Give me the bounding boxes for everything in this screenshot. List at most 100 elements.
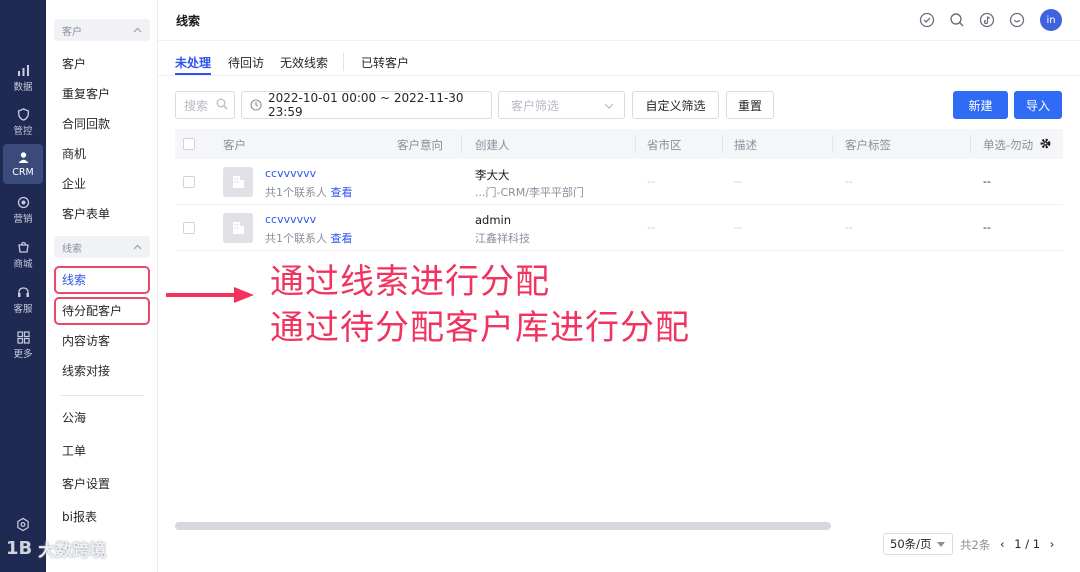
tab-invalid-leads[interactable]: 无效线索 <box>280 54 328 71</box>
rail-label: 数据 <box>13 82 33 93</box>
annotation-arrow <box>166 287 254 303</box>
select-all-checkbox[interactable] <box>183 138 195 150</box>
rail-item-marketing[interactable]: 营销 <box>0 190 46 230</box>
column-separator <box>970 135 971 153</box>
top-header: 线索 in <box>158 0 1080 40</box>
horizontal-scrollbar[interactable] <box>175 522 831 530</box>
group-header-customer[interactable]: 客户 <box>54 19 150 41</box>
annotation-line-1: 通过线索进行分配 <box>270 262 550 302</box>
settings-icon <box>16 517 30 531</box>
highlight-box-pending-customers <box>54 297 150 325</box>
sidebar-item-content-visitors[interactable]: 内容访客 <box>62 331 110 351</box>
column-header-tags: 客户标签 <box>845 138 891 152</box>
cell-tags: -- <box>845 221 853 234</box>
rail-item-control[interactable]: 管控 <box>0 102 46 142</box>
group-header-leads[interactable]: 线索 <box>54 236 150 258</box>
search-icon[interactable] <box>948 11 966 29</box>
message-icon[interactable] <box>1008 11 1026 29</box>
customer-filter-placeholder: 客户筛选 <box>511 98 560 113</box>
sidebar-item-enterprise[interactable]: 企业 <box>62 174 86 194</box>
cell-region: -- <box>647 221 655 234</box>
tab-pending-followup[interactable]: 待回访 <box>228 54 264 71</box>
avatar[interactable]: in <box>1040 9 1062 31</box>
sidebar-item-customer-settings[interactable]: 客户设置 <box>62 474 110 494</box>
user-icon <box>16 151 30 165</box>
chart-icon <box>16 63 30 77</box>
column-separator <box>832 135 833 153</box>
rail-item-service[interactable]: 客服 <box>0 280 46 320</box>
customer-filter-select[interactable]: 客户筛选 <box>498 91 625 119</box>
cell-region: -- <box>647 175 655 188</box>
rail-item-data[interactable]: 数据 <box>0 58 46 98</box>
search-icon <box>216 98 228 113</box>
table-row[interactable]: ccvvvvvv 共1个联系人 查看 admin 江鑫祥科技 -- -- -- … <box>175 205 1063 251</box>
view-link[interactable]: 查看 <box>331 232 353 245</box>
rail-label: 客服 <box>13 304 33 315</box>
creator-name: admin <box>475 213 512 227</box>
sidebar-item-public-pool[interactable]: 公海 <box>62 408 86 428</box>
watermark-logo: 1B <box>6 538 33 559</box>
sidebar-item-bi-report[interactable]: bi报表 <box>62 507 97 527</box>
shield-icon <box>16 107 30 121</box>
total-count: 共2条 <box>960 538 991 552</box>
customer-name-link[interactable]: ccvvvvvv <box>265 213 316 226</box>
next-page-icon[interactable]: › <box>1050 537 1055 551</box>
page-indicator: 1 / 1 <box>1014 537 1041 551</box>
rail-label: 商城 <box>13 259 33 270</box>
rail-label: 营销 <box>13 214 33 225</box>
group-header-label: 线索 <box>62 243 82 255</box>
column-header-region: 省市区 <box>647 138 682 152</box>
customer-name-link[interactable]: ccvvvvvv <box>265 167 316 180</box>
column-header-description: 描述 <box>734 138 757 152</box>
sidebar-item-lead-integration[interactable]: 线索对接 <box>62 361 110 381</box>
rail-item-more[interactable]: 更多 <box>0 325 46 365</box>
sidebar-item-opportunity[interactable]: 商机 <box>62 144 86 164</box>
rail-item-shop[interactable]: 商城 <box>0 235 46 275</box>
date-range-value: 2022-10-01 00:00 ~ 2022-11-30 23:59 <box>268 91 464 119</box>
table-row[interactable]: ccvvvvvv 共1个联系人 查看 李大大 ...门-CRM/李平平部门 --… <box>175 159 1063 205</box>
new-button[interactable]: 新建 <box>953 91 1008 119</box>
view-link[interactable]: 查看 <box>331 186 353 199</box>
tab-unprocessed[interactable]: 未处理 <box>175 54 211 71</box>
gear-icon[interactable] <box>1039 137 1052 153</box>
search-input[interactable]: 搜索 <box>175 91 235 119</box>
sidebar-item-duplicate-customer[interactable]: 重复客户 <box>62 84 110 104</box>
contact-count-text: 共1个联系人 <box>265 232 327 245</box>
page-title: 线索 <box>176 14 201 28</box>
custom-filter-button[interactable]: 自定义筛选 <box>632 91 719 119</box>
prev-page-icon[interactable]: ‹ <box>1000 537 1005 551</box>
column-header-creator: 创建人 <box>475 138 510 152</box>
tiktok-icon[interactable] <box>978 11 996 29</box>
column-separator <box>722 135 723 153</box>
rail-label: 管控 <box>13 126 33 137</box>
check-circle-icon[interactable] <box>918 11 936 29</box>
reset-button[interactable]: 重置 <box>726 91 774 119</box>
row-checkbox[interactable] <box>183 176 195 188</box>
column-header-customer: 客户 <box>223 138 246 152</box>
page-size-select[interactable]: 50条/页 <box>883 533 953 555</box>
date-range-picker[interactable]: 2022-10-01 00:00 ~ 2022-11-30 23:59 <box>241 91 492 119</box>
tab-converted-customers[interactable]: 已转客户 <box>361 54 409 71</box>
grid-icon <box>16 330 30 344</box>
rail-item-crm[interactable]: CRM <box>3 144 43 184</box>
contact-count: 共1个联系人 查看 <box>265 184 353 200</box>
import-button[interactable]: 导入 <box>1014 91 1062 119</box>
column-separator <box>635 135 636 153</box>
contact-count: 共1个联系人 查看 <box>265 230 353 246</box>
cell-description: -- <box>734 175 742 188</box>
page-size-value: 50条/页 <box>890 537 932 551</box>
sidebar-item-customer[interactable]: 客户 <box>62 54 86 74</box>
row-checkbox[interactable] <box>183 222 195 234</box>
cell-radio: -- <box>983 221 991 234</box>
sidebar-item-customer-form[interactable]: 客户表单 <box>62 204 110 224</box>
chevron-up-icon <box>133 25 142 36</box>
sidebar-item-work-order[interactable]: 工单 <box>62 441 86 461</box>
pager: ‹ 1 / 1 › <box>1000 537 1054 551</box>
column-header-intent: 客户意向 <box>397 138 443 152</box>
creator-department: ...门-CRM/李平平部门 <box>475 186 584 199</box>
cell-description: -- <box>734 221 742 234</box>
column-separator <box>461 135 462 153</box>
contact-count-text: 共1个联系人 <box>265 186 327 199</box>
sidebar-item-contract-payment[interactable]: 合同回款 <box>62 114 110 134</box>
highlight-box-leads <box>54 266 150 294</box>
